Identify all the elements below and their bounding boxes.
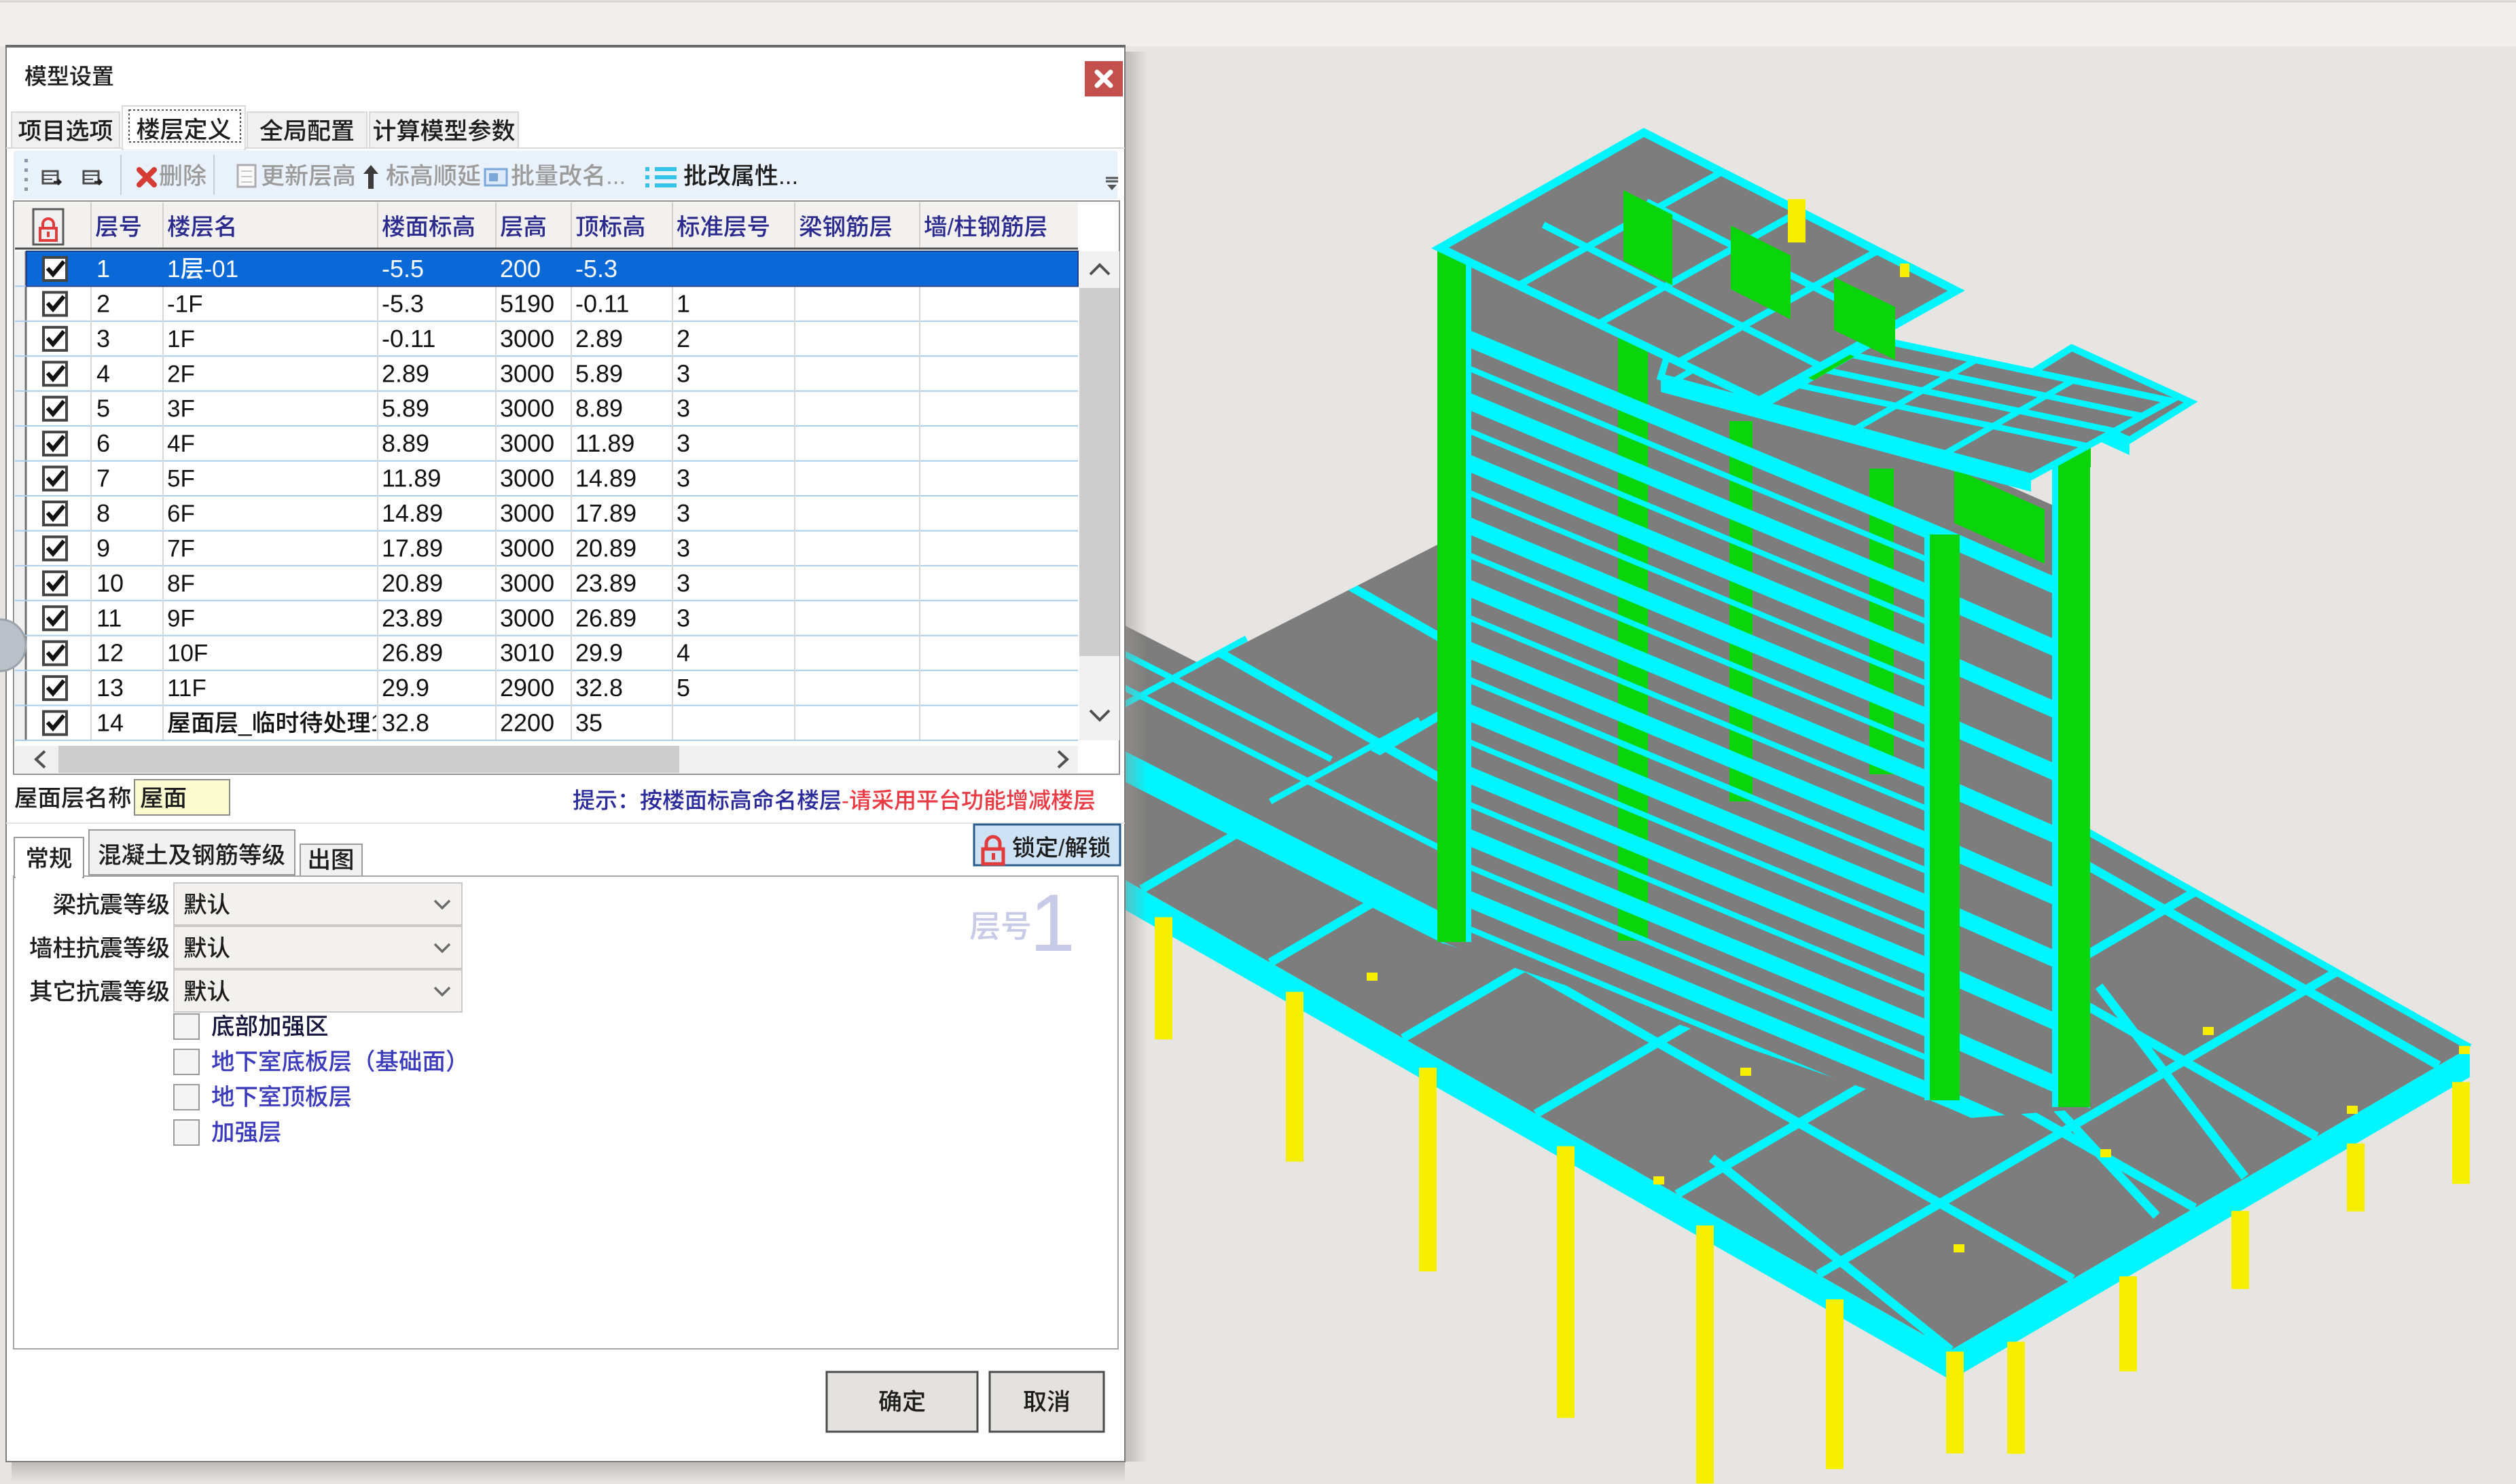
svg-text:3: 3 <box>677 395 690 422</box>
svg-text:20.89: 20.89 <box>575 534 636 562</box>
svg-text:/: / <box>1058 835 1065 861</box>
svg-text:3010: 3010 <box>500 639 554 667</box>
svg-text:200: 200 <box>500 255 541 283</box>
svg-text:3000: 3000 <box>500 569 554 597</box>
svg-text:4: 4 <box>96 359 110 387</box>
svg-text:6: 6 <box>96 429 110 457</box>
svg-text:1: 1 <box>1030 877 1075 969</box>
svg-text:-5.3: -5.3 <box>382 289 424 317</box>
svg-text:-0.11: -0.11 <box>382 325 435 352</box>
svg-text:12: 12 <box>96 639 124 667</box>
svg-text:11: 11 <box>96 604 122 632</box>
svg-text:17.89: 17.89 <box>575 499 636 527</box>
svg-text:20.89: 20.89 <box>382 569 443 597</box>
svg-text:_: _ <box>238 710 252 737</box>
svg-text:3000: 3000 <box>500 429 554 457</box>
svg-text:5.89: 5.89 <box>382 395 429 422</box>
svg-text:1: 1 <box>167 256 180 283</box>
svg-text:8.89: 8.89 <box>382 429 429 457</box>
svg-text:5.89: 5.89 <box>575 359 623 387</box>
svg-text:3000: 3000 <box>500 359 554 387</box>
svg-text:2900: 2900 <box>500 674 554 702</box>
svg-text:5: 5 <box>96 395 110 422</box>
svg-text:3000: 3000 <box>500 395 554 422</box>
svg-text:3000: 3000 <box>500 534 554 562</box>
svg-text:2.89: 2.89 <box>382 359 429 387</box>
svg-text:14.89: 14.89 <box>575 465 636 492</box>
svg-text:3F: 3F <box>167 396 195 422</box>
svg-text:32.8: 32.8 <box>382 709 429 737</box>
svg-text:2F: 2F <box>167 361 195 387</box>
svg-text:11.89: 11.89 <box>575 429 634 457</box>
svg-text:2: 2 <box>677 325 690 352</box>
svg-text:-5.3: -5.3 <box>575 255 617 283</box>
svg-text:3: 3 <box>677 604 690 632</box>
svg-text:2.89: 2.89 <box>575 325 623 352</box>
svg-text:8: 8 <box>96 499 110 527</box>
svg-text:1: 1 <box>96 255 110 283</box>
svg-text:...: ... <box>778 163 798 189</box>
svg-text:3: 3 <box>677 569 690 597</box>
svg-text:1F: 1F <box>167 326 195 352</box>
svg-text:5: 5 <box>677 674 690 702</box>
svg-text:...: ... <box>606 163 626 189</box>
svg-text:6F: 6F <box>167 501 195 527</box>
svg-text:3: 3 <box>677 465 690 492</box>
svg-text:10: 10 <box>96 569 124 597</box>
svg-text:29.9: 29.9 <box>575 639 623 667</box>
svg-text:14: 14 <box>96 709 124 737</box>
svg-text:5190: 5190 <box>500 289 554 317</box>
svg-text:26.89: 26.89 <box>382 639 443 667</box>
svg-text:-: - <box>842 788 849 813</box>
svg-text:3: 3 <box>677 534 690 562</box>
svg-text:-0.11: -0.11 <box>575 289 629 317</box>
svg-text:3000: 3000 <box>500 325 554 352</box>
svg-text:1: 1 <box>677 289 690 317</box>
svg-text:14.89: 14.89 <box>382 499 443 527</box>
svg-text:3000: 3000 <box>500 465 554 492</box>
svg-text:11.89: 11.89 <box>382 465 441 492</box>
svg-text:11F: 11F <box>167 675 206 702</box>
svg-text:13: 13 <box>96 674 124 702</box>
svg-text:35: 35 <box>575 709 603 737</box>
svg-text:3000: 3000 <box>500 499 554 527</box>
svg-text:-5.5: -5.5 <box>382 255 424 283</box>
svg-text:3: 3 <box>677 429 690 457</box>
svg-text:10F: 10F <box>167 640 208 667</box>
svg-text:17.89: 17.89 <box>382 534 443 562</box>
svg-text:26.89: 26.89 <box>575 604 636 632</box>
svg-text:9: 9 <box>96 534 110 562</box>
svg-text:4: 4 <box>677 639 690 667</box>
svg-text:8.89: 8.89 <box>575 395 623 422</box>
svg-text:-1F: -1F <box>167 291 203 317</box>
svg-text:/: / <box>948 215 954 240</box>
svg-text:3: 3 <box>677 499 690 527</box>
svg-text:29.9: 29.9 <box>382 674 429 702</box>
svg-text:3000: 3000 <box>500 604 554 632</box>
svg-text:5F: 5F <box>167 466 195 492</box>
svg-text:7: 7 <box>96 465 110 492</box>
svg-text:2: 2 <box>96 289 110 317</box>
svg-text:32.8: 32.8 <box>575 674 623 702</box>
svg-text:3: 3 <box>96 325 110 352</box>
svg-text:23.89: 23.89 <box>382 604 443 632</box>
svg-text:9F: 9F <box>167 605 195 632</box>
svg-text:23.89: 23.89 <box>575 569 636 597</box>
svg-text:2200: 2200 <box>500 709 554 737</box>
svg-text:3: 3 <box>677 359 690 387</box>
svg-text:7F: 7F <box>167 535 195 562</box>
svg-text:4F: 4F <box>167 431 195 457</box>
svg-text:8F: 8F <box>167 571 195 597</box>
svg-text:-01: -01 <box>204 256 239 283</box>
